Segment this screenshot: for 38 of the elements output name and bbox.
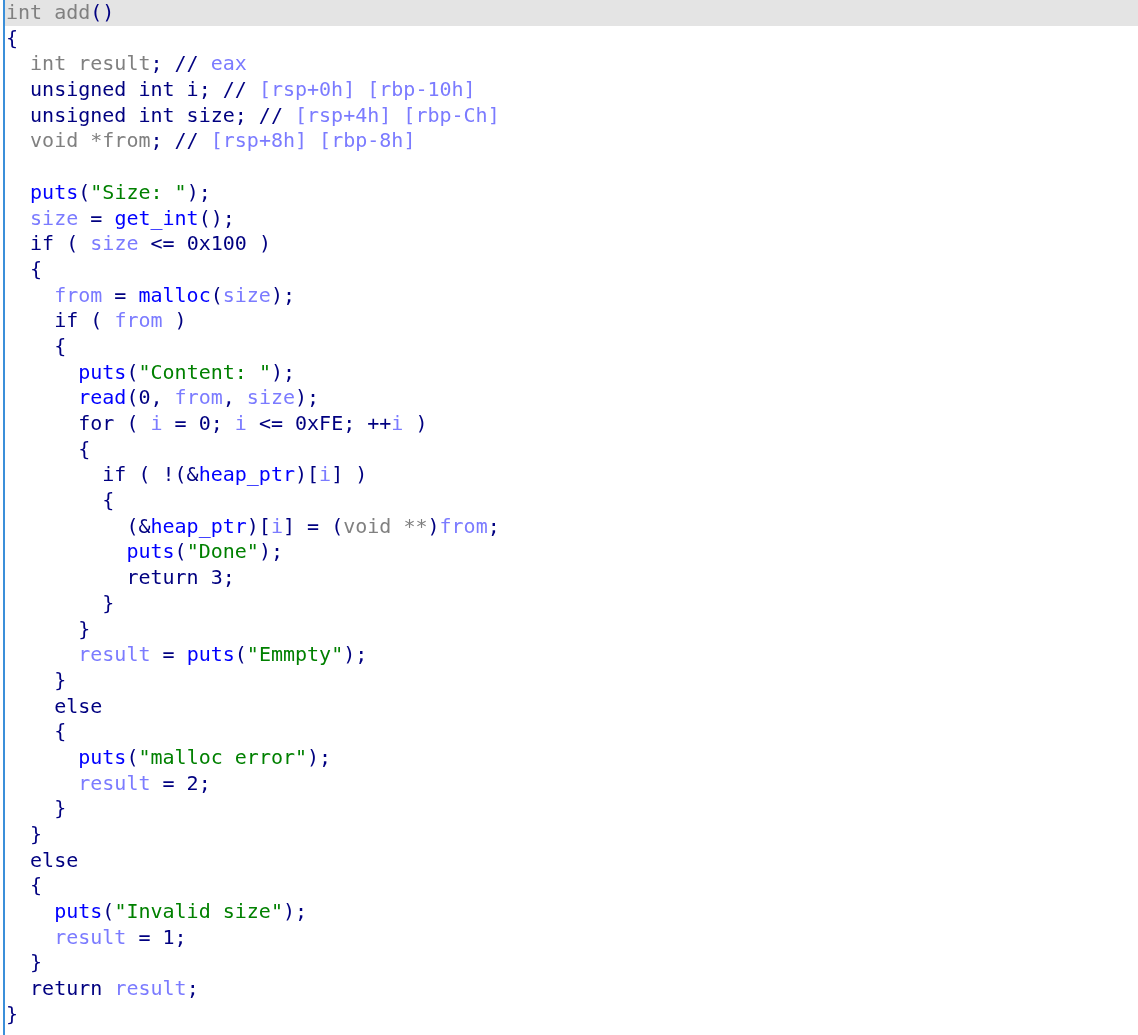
code-line[interactable]: } [5,822,1138,848]
code-line[interactable]: } [5,667,1138,694]
code-line[interactable]: puts("malloc error"); [5,744,1138,771]
code-line[interactable]: puts("Invalid size"); [5,899,1138,925]
code-line[interactable]: } [5,796,1138,822]
code-line[interactable]: size = get_int(); [5,205,1138,232]
code-line[interactable]: return 3; [5,565,1138,591]
code-line[interactable]: result = 1; [5,924,1138,951]
code-line[interactable]: unsigned int size; // [rsp+4h] [rbp-Ch] [5,102,1138,129]
code-line[interactable]: { [5,436,1138,463]
code-line[interactable]: { [5,873,1138,900]
code-line[interactable]: if ( size <= 0x100 ) [5,231,1138,257]
code-line[interactable]: puts("Size: "); [5,179,1138,206]
code-line[interactable]: { [5,333,1138,360]
code-line[interactable]: from = malloc(size); [5,282,1138,309]
code-line[interactable]: } [5,590,1138,617]
code-line[interactable]: { [5,25,1138,52]
code-line[interactable]: read(0, from, size); [5,385,1138,411]
code-line[interactable]: unsigned int i; // [rsp+0h] [rbp-10h] [5,77,1138,103]
code-line[interactable]: result = puts("Emmpty"); [5,642,1138,668]
code-line[interactable]: for ( i = 0; i <= 0xFE; ++i ) [5,411,1138,437]
code-line[interactable]: result = 2; [5,770,1138,797]
code-line[interactable]: } [5,616,1138,643]
code-line[interactable]: void *from; // [rsp+8h] [rbp-8h] [5,128,1138,155]
code-line[interactable]: int result; // eax [5,51,1138,78]
code-line[interactable]: puts("Content: "); [5,359,1138,386]
code-line[interactable]: { [5,256,1138,283]
code-line[interactable]: puts("Done"); [5,539,1138,566]
code-line[interactable]: if ( from ) [5,308,1138,334]
code-line[interactable]: } [5,1001,1138,1028]
code-line[interactable]: else [5,847,1138,874]
code-line[interactable]: { [5,488,1138,514]
code-line[interactable]: (&heap_ptr)[i] = (void **)from; [5,513,1138,540]
code-line[interactable]: return result; [5,976,1138,1002]
code-line[interactable]: { [5,719,1138,745]
code-line[interactable]: if ( !(&heap_ptr)[i] ) [5,462,1138,489]
code-line[interactable]: } [5,950,1138,977]
code-line[interactable]: else [5,693,1138,720]
